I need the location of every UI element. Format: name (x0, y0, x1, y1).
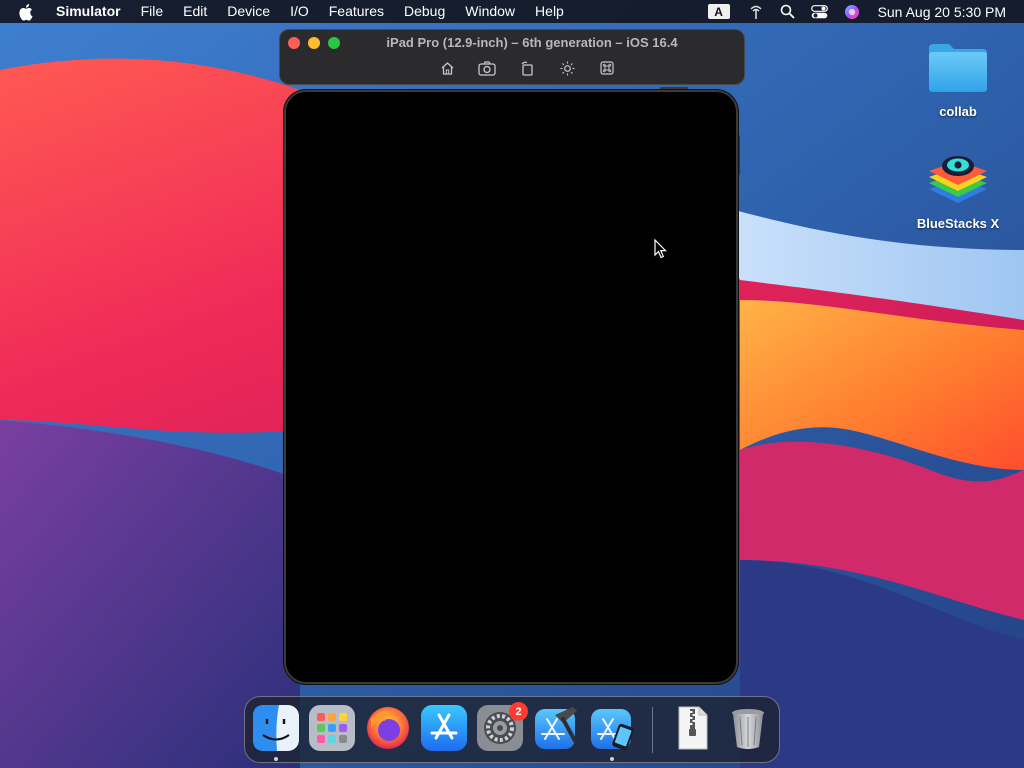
simulator-window[interactable]: iPad Pro (12.9-inch) – 6th generation – … (279, 29, 745, 85)
command-icon[interactable] (598, 59, 616, 77)
mouse-cursor-icon (654, 238, 668, 259)
siri-icon[interactable] (842, 2, 862, 22)
simulator-title: iPad Pro (12.9-inch) – 6th generation – … (386, 35, 678, 50)
ipad-screen[interactable] (284, 90, 738, 684)
control-center-icon[interactable] (810, 2, 830, 22)
zoom-button[interactable] (328, 37, 340, 49)
desktop-item-label: collab (939, 104, 977, 119)
launchpad-icon (309, 705, 355, 751)
dock-xcode[interactable] (533, 705, 579, 751)
menu-window[interactable]: Window (455, 0, 525, 23)
dock-firefox[interactable] (365, 705, 411, 751)
menu-io[interactable]: I/O (280, 0, 319, 23)
dock-system-settings[interactable]: 2 (477, 702, 528, 751)
menu-bar: Simulator File Edit Device I/O Features … (0, 0, 1024, 23)
finder-icon (253, 705, 299, 751)
apple-menu-icon[interactable] (18, 3, 36, 21)
dock-archive-file[interactable] (669, 705, 715, 751)
rotate-icon[interactable] (518, 59, 536, 77)
search-icon[interactable] (778, 2, 798, 22)
menu-file[interactable]: File (131, 0, 174, 23)
bluestacks-icon (925, 148, 991, 210)
screenshot-icon[interactable] (478, 59, 496, 77)
simulator-toolbar (280, 59, 744, 77)
dock-finder[interactable] (253, 705, 299, 751)
keyboard-input-badge[interactable]: A (707, 4, 730, 19)
close-button[interactable] (288, 37, 300, 49)
desktop-item-collab[interactable]: collab (913, 36, 1003, 119)
status-area: A Sun Aug 20 5:30 PM (704, 0, 1024, 23)
running-indicator (274, 757, 278, 761)
desktop-item-label: BlueStacks X (916, 216, 1000, 231)
menu-clock[interactable]: Sun Aug 20 5:30 PM (878, 4, 1006, 20)
dock-app-store[interactable] (421, 705, 467, 751)
dock-launchpad[interactable] (309, 705, 355, 751)
dock-separator (652, 707, 653, 753)
notification-badge: 2 (509, 702, 528, 721)
menu-features[interactable]: Features (319, 0, 394, 23)
dock: 2 (244, 696, 780, 763)
menu-app-simulator[interactable]: Simulator (50, 0, 131, 23)
menu-edit[interactable]: Edit (173, 0, 217, 23)
desktop-item-bluestacks[interactable]: BlueStacks X (913, 148, 1003, 231)
menu-debug[interactable]: Debug (394, 0, 455, 23)
running-indicator (610, 757, 614, 761)
simulator-icon (591, 709, 634, 751)
minimize-button[interactable] (308, 37, 320, 49)
zip-file-icon (678, 706, 708, 750)
firefox-icon (367, 707, 409, 749)
app-store-icon (421, 705, 467, 751)
window-controls (288, 37, 340, 49)
menu-device[interactable]: Device (217, 0, 280, 23)
wifi-antenna-icon[interactable] (746, 2, 766, 22)
xcode-icon (535, 707, 577, 749)
folder-icon (925, 36, 991, 98)
dock-trash[interactable] (725, 705, 771, 751)
trash-icon (732, 709, 764, 749)
appearance-icon[interactable] (558, 59, 576, 77)
dock-simulator[interactable] (589, 705, 635, 751)
home-icon[interactable] (438, 59, 456, 77)
menu-help[interactable]: Help (525, 0, 574, 23)
